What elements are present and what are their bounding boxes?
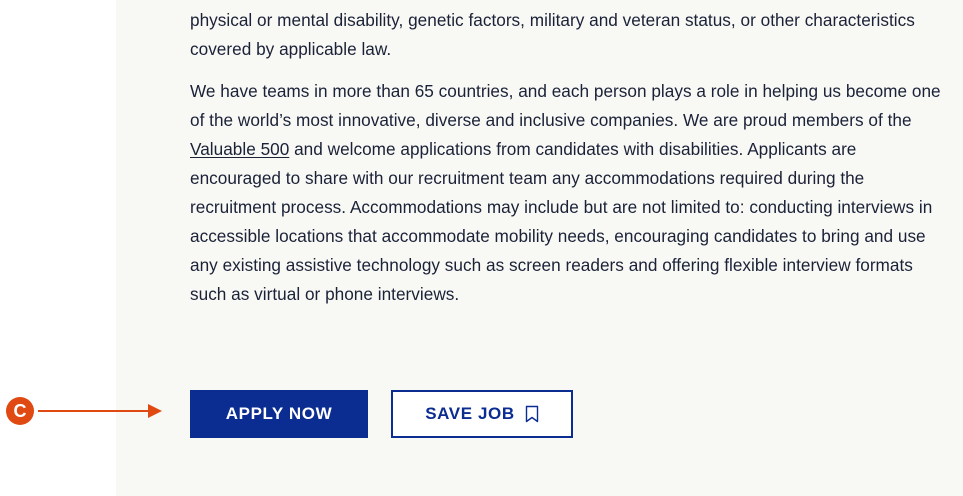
paragraph-diversity: We have teams in more than 65 countries,… (190, 77, 950, 309)
paragraph-text-before-link: We have teams in more than 65 countries,… (190, 81, 941, 130)
arrow-right-icon (38, 404, 162, 418)
valuable-500-link[interactable]: Valuable 500 (190, 139, 289, 159)
apply-now-label: APPLY NOW (225, 404, 333, 423)
job-actions: APPLY NOW SAVE JOB (190, 390, 573, 438)
job-description-text: physical or mental disability, genetic f… (190, 6, 950, 322)
page: physical or mental disability, genetic f… (0, 0, 963, 496)
annotation-marker-c: C (6, 397, 34, 425)
save-job-button[interactable]: SAVE JOB (391, 390, 573, 438)
bookmark-icon (525, 405, 539, 423)
paragraph-eeo: physical or mental disability, genetic f… (190, 10, 915, 59)
save-job-label: SAVE JOB (425, 404, 515, 423)
annotation-callout: C (6, 396, 166, 426)
paragraph-text-after-link: and welcome applications from candidates… (190, 139, 933, 304)
apply-now-button[interactable]: APPLY NOW (190, 390, 368, 438)
